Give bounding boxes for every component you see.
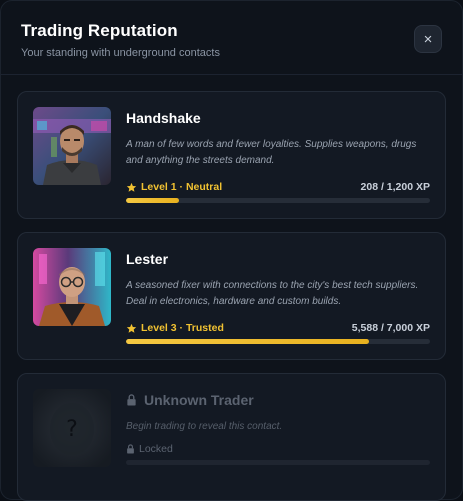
contact-card-handshake[interactable]: Handshake A man of few words and fewer l… — [17, 91, 446, 219]
contact-description: A man of few words and fewer loyalties. … — [126, 139, 417, 166]
trading-reputation-panel: Trading Reputation Your standing with un… — [0, 0, 463, 501]
contact-name: Unknown Trader — [144, 392, 254, 408]
handshake-portrait — [33, 107, 111, 185]
xp-progress-bar — [126, 198, 430, 203]
contact-info: Handshake A man of few words and fewer l… — [126, 110, 430, 169]
contact-stats: Level 3 · Trusted 5,588 / 7,000 XP — [126, 322, 430, 336]
level-badge: Level 3 · Trusted — [126, 322, 224, 334]
locked-label: Locked — [139, 443, 173, 455]
star-icon — [126, 182, 137, 192]
contact-name: Lester — [126, 251, 169, 267]
unknown-portrait: ? — [33, 389, 111, 467]
lock-icon — [127, 394, 136, 406]
contact-name: Handshake — [126, 110, 201, 126]
contact-description: A seasoned fixer with connections to the… — [126, 280, 419, 307]
contact-card-unknown: ? Unknown Trader Begin trading to reveal… — [17, 373, 446, 501]
avatar-unknown: ? — [33, 389, 111, 467]
contact-card-lester[interactable]: Lester A seasoned fixer with connections… — [17, 232, 446, 360]
xp-progress-bar — [126, 460, 430, 465]
xp-progress-fill — [126, 198, 179, 203]
unknown-glyph: ? — [66, 417, 78, 442]
lock-icon — [127, 444, 134, 454]
locked-badge: Locked — [126, 443, 173, 455]
contact-stats: Level 1 · Neutral 208 / 1,200 XP — [126, 181, 430, 195]
panel-subtitle: Your standing with underground contacts — [21, 47, 220, 59]
level-badge: Level 1 · Neutral — [126, 181, 222, 193]
panel-title: Trading Reputation — [21, 21, 178, 40]
star-icon — [126, 323, 137, 333]
contact-info: Lester A seasoned fixer with connections… — [126, 251, 430, 310]
close-icon: × — [423, 30, 433, 48]
avatar-lester — [33, 248, 111, 326]
xp-progress-fill — [126, 339, 369, 344]
contact-name-row: Unknown Trader — [126, 392, 430, 408]
avatar-handshake — [33, 107, 111, 185]
lester-portrait — [33, 248, 111, 326]
level-label: Level 3 · Trusted — [141, 322, 224, 334]
close-button[interactable]: × — [414, 25, 442, 53]
panel-header: Trading Reputation Your standing with un… — [1, 1, 462, 75]
xp-progress-bar — [126, 339, 430, 344]
contact-stats: Locked — [126, 443, 430, 457]
contact-list: Handshake A man of few words and fewer l… — [1, 75, 462, 501]
xp-label: 208 / 1,200 XP — [360, 181, 430, 193]
xp-label: 5,588 / 7,000 XP — [351, 322, 430, 334]
level-label: Level 1 · Neutral — [141, 181, 223, 193]
